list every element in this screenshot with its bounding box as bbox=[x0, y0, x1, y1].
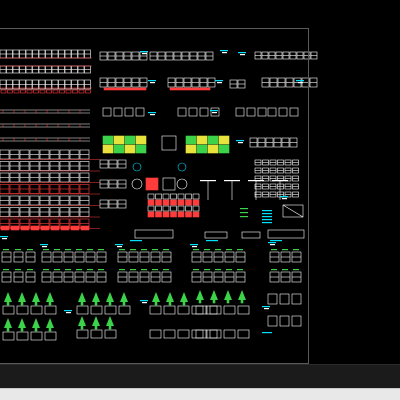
command-line-area[interactable] bbox=[0, 364, 400, 388]
status-bar bbox=[0, 388, 400, 400]
drawing-extent-frame bbox=[0, 28, 309, 364]
cad-window bbox=[0, 0, 400, 400]
model-space-viewport[interactable] bbox=[0, 0, 400, 364]
